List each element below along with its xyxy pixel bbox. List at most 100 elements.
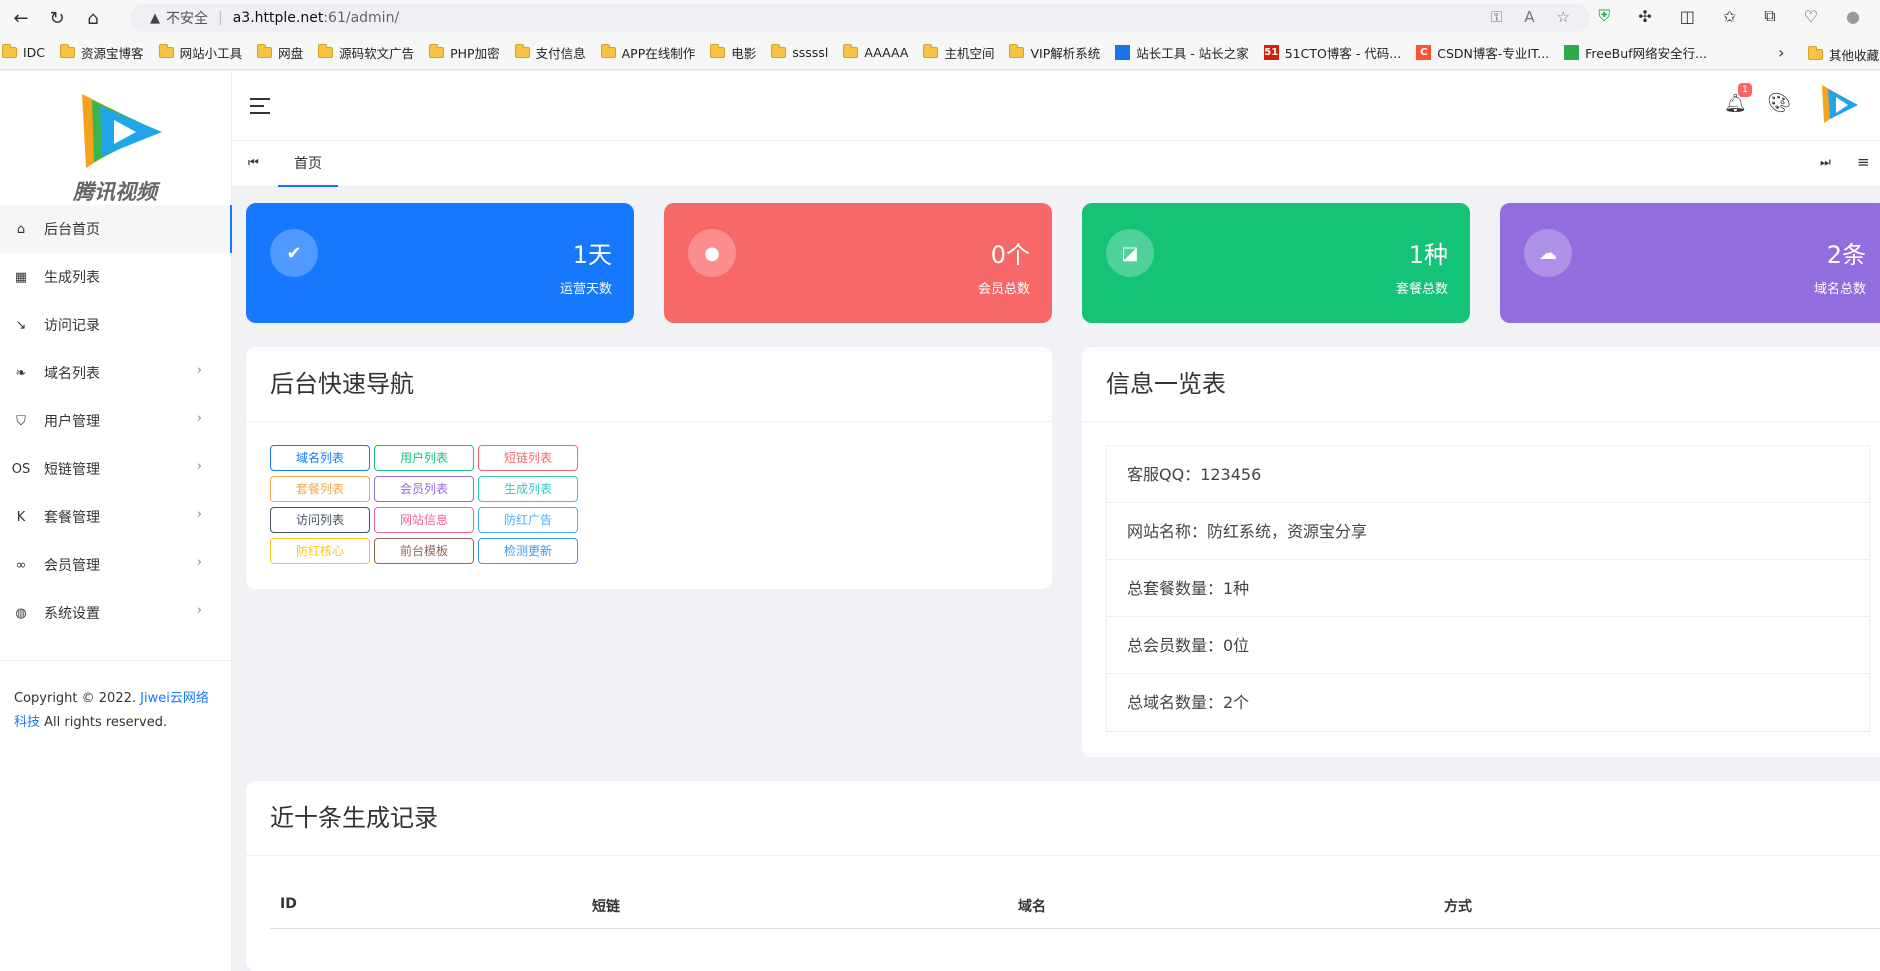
menu-toggle-icon[interactable]	[250, 98, 270, 114]
bookmark-label: APP在线制作	[621, 46, 696, 61]
bookmark-label: PHP加密	[450, 46, 500, 61]
bookmark-label: 网站小工具	[179, 46, 243, 61]
bookmark-item[interactable]: sssssl	[771, 44, 828, 60]
key-icon[interactable]: ⚿	[1491, 8, 1502, 26]
sidebar-item-4[interactable]: ❧ 域名列表 ›	[0, 349, 232, 397]
bookmark-item[interactable]: 源码软文广告	[318, 43, 414, 62]
bookmark-label: 主机空间	[944, 46, 995, 61]
stat-card: ◪ 1种 套餐总数	[1082, 203, 1470, 323]
bookmark-item[interactable]: IDC	[2, 44, 46, 60]
profile-avatar-icon[interactable]: ●	[1846, 7, 1860, 26]
sidebar-item-label: 域名列表	[44, 366, 100, 382]
stat-card: ✔ 1天 运营天数	[246, 203, 634, 323]
performance-icon[interactable]: ♡	[1804, 7, 1818, 26]
sidebar-item-9[interactable]: ◍ 系统设置 ›	[0, 589, 232, 637]
info-row: 总会员数量：0位	[1107, 617, 1869, 674]
bookmark-item[interactable]: C CSDN博客-专业IT...	[1416, 43, 1549, 62]
bookmark-label: 资源宝博客	[81, 46, 144, 61]
sidebar-item-label: 访问记录	[44, 318, 100, 334]
bookmark-item[interactable]: 主机空间	[923, 43, 994, 62]
split-screen-icon[interactable]: ◫	[1680, 7, 1695, 26]
bookmark-label: VIP解析系统	[1030, 46, 1101, 61]
bookmark-item[interactable]: 资源宝博客	[60, 43, 144, 62]
bookmark-item[interactable]: 网站小工具	[158, 43, 243, 62]
bookmark-item[interactable]: PHP加密	[429, 43, 500, 62]
sidebar-item-1[interactable]: ⌂ 后台首页	[0, 205, 232, 253]
bookmark-item[interactable]: 51 51CTO博客 - 代码...	[1263, 43, 1401, 62]
read-aloud-icon[interactable]: A	[1524, 8, 1534, 26]
sidebar-menu: ⌂ 后台首页 ▦ 生成列表 ↘ 访问记录 ❧ 域名列表 › ⛉ 用户管理 › OS 短链管理 › K 套餐管理 ›…	[0, 205, 232, 637]
os-icon: OS	[11, 461, 31, 477]
quick-nav-button[interactable]: 前台模板	[374, 538, 474, 564]
stat-value: 2条	[1826, 241, 1866, 269]
quick-nav-button[interactable]: 检测更新	[478, 538, 578, 564]
sidebar: 腾讯视频 ⌂ 后台首页 ▦ 生成列表 ↘ 访问记录 ❧ 域名列表 › ⛉ 用户管理 › OS 短链管理 › K…	[0, 71, 232, 971]
quick-nav-button[interactable]: 会员列表	[374, 476, 474, 502]
tab-home[interactable]: 首页	[278, 141, 338, 187]
extensions-icon[interactable]: ✣	[1638, 7, 1651, 26]
bookmark-label: IDC	[23, 45, 46, 60]
bookmark-label: 源码软文广告	[339, 46, 415, 61]
back-icon[interactable]: ←	[6, 3, 36, 33]
tab-menu-icon[interactable]: ≡	[1857, 153, 1870, 171]
sidebar-item-6[interactable]: OS 短链管理 ›	[0, 445, 232, 493]
folder-icon	[1009, 44, 1025, 58]
panel-divider	[1082, 421, 1880, 422]
stat-label: 运营天数	[559, 282, 612, 297]
bookmark-item[interactable]: AAAAA	[843, 44, 909, 60]
shield-user-icon: ⛉	[16, 413, 26, 429]
quick-nav-button[interactable]: 用户列表	[374, 445, 474, 471]
quick-nav-button[interactable]: 生成列表	[478, 476, 578, 502]
favorites-icon[interactable]: ✩	[1723, 7, 1736, 26]
sidebar-item-3[interactable]: ↘ 访问记录	[0, 301, 232, 349]
folder-icon	[710, 44, 726, 58]
records-panel: 近十条生成记录 ID 短链 域名 方式	[246, 781, 1880, 971]
collections-icon[interactable]: ⧉	[1764, 6, 1775, 26]
avatar[interactable]	[1814, 81, 1862, 129]
sidebar-item-8[interactable]: ∞ 会员管理 ›	[0, 541, 232, 589]
sidebar-item-7[interactable]: K 套餐管理 ›	[0, 493, 232, 541]
bookmark-item[interactable]: VIP解析系统	[1009, 43, 1100, 62]
bookmark-label: AAAAA	[864, 45, 909, 60]
quick-nav-button[interactable]: 访问列表	[270, 507, 370, 533]
reload-icon[interactable]: ↻	[42, 3, 72, 33]
address-bar[interactable]: ▲ 不安全 | a3.httple.net :61/admin/ ⚿ A ☆	[130, 4, 1590, 32]
bookmarks-bar: IDC 资源宝博客 网站小工具 网盘 源码软文广告 PHP加密 支付信息 APP在线制作 电影 s…	[0, 36, 1880, 70]
leaf-icon: ❧	[15, 365, 27, 381]
quick-nav-button[interactable]: 短链列表	[478, 445, 578, 471]
home-icon[interactable]: ⌂	[78, 3, 108, 33]
sidebar-item-label: 后台首页	[44, 222, 100, 238]
folder-icon	[318, 44, 334, 58]
bookmark-item[interactable]: 支付信息	[514, 43, 586, 62]
bookmark-item[interactable]: 电影	[710, 43, 756, 62]
quick-nav-button[interactable]: 域名列表	[270, 445, 370, 471]
other-bookmarks[interactable]: 其他收藏	[1808, 45, 1879, 64]
quick-nav-button[interactable]: 网站信息	[374, 507, 474, 533]
sidebar-item-label: 生成列表	[44, 270, 100, 286]
bookmark-item[interactable]: APP在线制作	[600, 43, 696, 62]
url-host: a3.httple.net	[232, 10, 324, 26]
shield-extension-icon[interactable]: ⛨	[1598, 6, 1610, 26]
other-bookmarks-label: 其他收藏	[1829, 48, 1880, 63]
records-table-header: ID 短链 域名 方式	[270, 881, 1880, 929]
quick-nav-button[interactable]: 套餐列表	[270, 476, 370, 502]
palette-icon[interactable]: 🎨︎	[1767, 91, 1791, 114]
bookmark-item[interactable]: 网盘	[257, 43, 303, 62]
table-column-header: 方式	[1444, 899, 1472, 915]
url-path: :61/admin/	[323, 10, 400, 26]
tab-next-icon[interactable]: ⏭	[1820, 155, 1831, 170]
quick-nav-button[interactable]: 防红核心	[270, 538, 370, 564]
bookmarks-overflow-icon[interactable]: ›	[1778, 43, 1784, 62]
tencent-video-logo[interactable]: 腾讯视频	[60, 86, 170, 204]
quick-nav-button[interactable]: 防红广告	[478, 507, 578, 533]
favorite-star-icon[interactable]: ☆	[1557, 8, 1570, 26]
bookmark-item[interactable]: 站长工具 - 站长之家	[1115, 43, 1249, 62]
stat-card: ☁ 2条 域名总数	[1500, 203, 1880, 323]
sidebar-item-2[interactable]: ▦ 生成列表	[0, 253, 232, 301]
tab-prev-icon[interactable]: ⏮	[248, 155, 259, 170]
bookmark-item[interactable]: FreeBuf网络安全行...	[1564, 43, 1707, 62]
stat-card: ● 0个 会员总数	[664, 203, 1052, 323]
folder-icon	[514, 44, 530, 58]
sidebar-item-5[interactable]: ⛉ 用户管理 ›	[0, 397, 232, 445]
separator: |	[218, 10, 223, 26]
